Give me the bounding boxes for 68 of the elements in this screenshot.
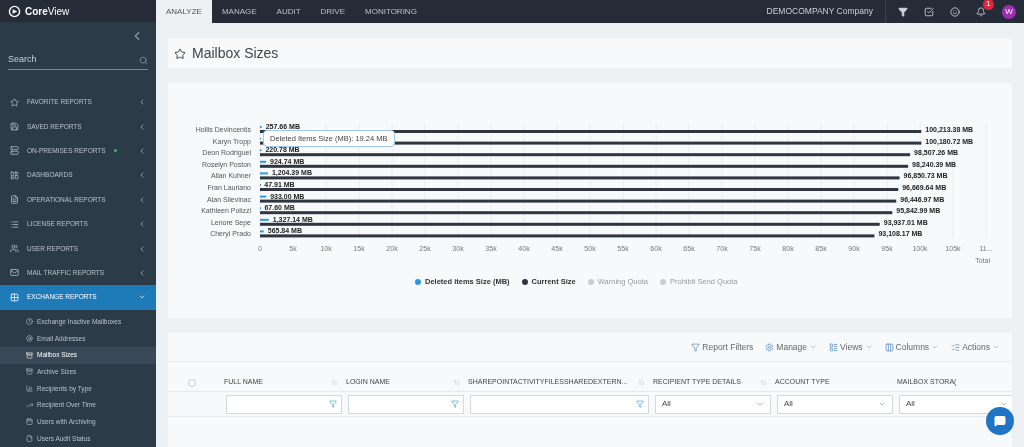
sort-icon[interactable] — [331, 379, 338, 386]
menu-icon — [10, 195, 19, 205]
chevron-icon — [138, 122, 146, 131]
chat-icon — [994, 415, 1006, 427]
chevron-icon — [878, 400, 886, 408]
toolbar-icon — [829, 342, 839, 352]
checklist-icon[interactable] — [924, 6, 934, 17]
menu-icon — [10, 146, 19, 156]
toolbar-button[interactable]: Manage — [765, 340, 818, 354]
menu-icon — [10, 268, 19, 278]
nav-tab[interactable]: ANALYZE — [156, 0, 212, 23]
report-icon — [26, 401, 33, 409]
nav-tab[interactable]: MANAGE — [211, 0, 267, 23]
toolbar-icon — [951, 342, 961, 352]
chevron-icon — [138, 195, 146, 204]
filter-dropdown[interactable]: All — [655, 394, 771, 414]
chevron-icon — [756, 400, 764, 408]
report-icon — [26, 351, 33, 359]
nav-tab[interactable]: DRIVE — [310, 0, 355, 23]
notification-badge: 1 — [983, 0, 994, 10]
toolbar-icon — [691, 342, 701, 352]
sort-icon[interactable] — [760, 379, 767, 386]
logo-icon — [8, 4, 21, 18]
toolbar-icon — [765, 342, 775, 352]
menu-icon — [10, 219, 19, 229]
sort-icon[interactable] — [638, 379, 645, 386]
toolbar-button[interactable]: Columns — [884, 340, 940, 354]
chevron-icon — [138, 171, 146, 180]
brand-name: CoreView — [25, 4, 70, 19]
report-icon — [26, 318, 33, 326]
filter-dropdown[interactable]: All — [777, 394, 893, 414]
menu-icon — [10, 97, 19, 107]
menu-icon — [10, 292, 19, 302]
nav-tab[interactable]: MONITORING — [355, 0, 427, 23]
smiley-icon[interactable] — [950, 6, 960, 17]
report-icon — [26, 335, 33, 343]
chat-button[interactable] — [986, 407, 1014, 435]
menu-icon — [10, 122, 19, 132]
chevron-icon — [138, 268, 146, 277]
report-icon — [26, 368, 33, 376]
avatar[interactable]: W — [1002, 4, 1016, 19]
chevron-icon — [138, 146, 146, 155]
search-label: Search — [8, 53, 37, 67]
filter-dropdown[interactable]: All — [899, 394, 1012, 414]
report-icon — [26, 385, 33, 393]
page-title: Mailbox Sizes — [192, 44, 279, 63]
company-name[interactable]: DEMOCOMPANY Company — [766, 5, 873, 18]
chevron-icon — [138, 220, 146, 229]
chevron-icon — [1000, 400, 1008, 408]
menu-icon — [10, 244, 19, 253]
toolbar-button[interactable]: Report Filters — [691, 340, 754, 354]
notification-icon[interactable] — [976, 6, 986, 17]
favorite-icon[interactable] — [174, 47, 186, 60]
toolbar-button[interactable]: Views — [829, 340, 873, 354]
filter-field[interactable] — [226, 394, 342, 414]
search-icon[interactable] — [139, 55, 148, 65]
toolbar-button[interactable]: Actions — [951, 340, 1000, 354]
filter-icon[interactable] — [898, 6, 908, 17]
filter-field[interactable] — [470, 394, 649, 414]
report-icon — [26, 418, 33, 426]
nav-tab[interactable]: AUDIT — [266, 0, 311, 23]
chevron-icon — [138, 98, 146, 107]
toolbar-icon — [884, 342, 894, 352]
report-icon — [26, 435, 33, 443]
menu-icon — [10, 170, 19, 180]
filter-field[interactable] — [348, 394, 464, 414]
chevron-icon — [138, 244, 146, 253]
sort-icon[interactable] — [453, 379, 460, 386]
